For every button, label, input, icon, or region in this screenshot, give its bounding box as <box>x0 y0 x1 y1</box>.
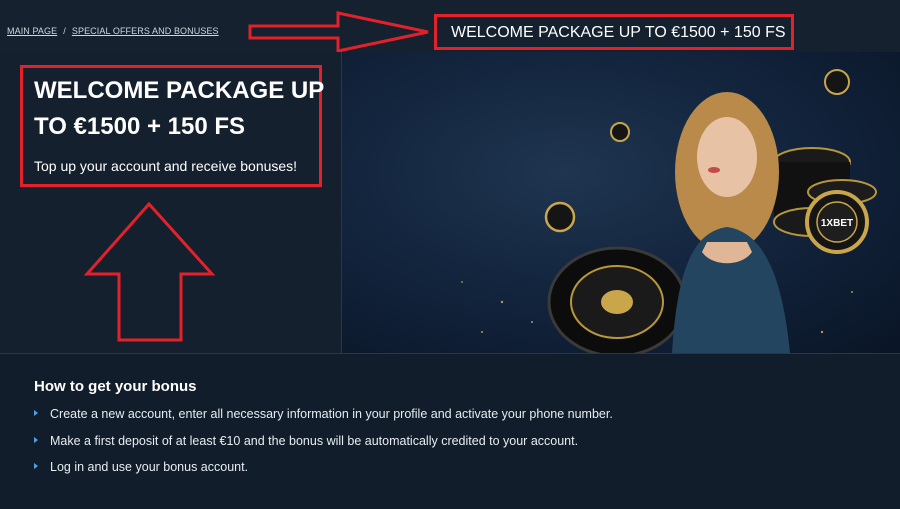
list-item: Log in and use your bonus account. <box>34 460 613 487</box>
step-text: Create a new account, enter all necessar… <box>50 407 613 421</box>
bullet-icon <box>34 436 38 443</box>
hero-subtitle: Top up your account and receive bonuses! <box>34 158 298 174</box>
bullet-icon <box>34 463 38 469</box>
bullet-icon <box>34 410 38 416</box>
casino-illustration: 1XBET <box>461 69 877 353</box>
annotation-arrow-up <box>83 201 216 342</box>
page-title: WELCOME PACKAGE UP TO €1500 + 150 FS <box>434 14 794 50</box>
panel-divider <box>341 52 342 353</box>
list-item: Make a first deposit of at least €10 and… <box>34 434 613 461</box>
breadcrumb: MAIN PAGE / SPECIAL OFFERS AND BONUSES <box>7 26 219 36</box>
howto-title: How to get your bonus <box>34 378 197 395</box>
step-text: Make a first deposit of at least €10 and… <box>50 433 579 448</box>
small-chip <box>824 69 850 95</box>
breadcrumb-separator: / <box>63 26 66 36</box>
small-chip <box>544 201 576 233</box>
breadcrumb-main-page[interactable]: MAIN PAGE <box>7 26 57 36</box>
list-item: Create a new account, enter all necessar… <box>34 407 613 434</box>
1xbet-chip: 1XBET <box>805 190 869 254</box>
small-chip <box>610 122 630 142</box>
steps-list: Create a new account, enter all necessar… <box>34 407 613 487</box>
step-text: Log in and use your bonus account. <box>50 460 249 474</box>
roulette-wheel <box>547 246 687 353</box>
woman-illustration <box>672 92 790 353</box>
hero-title: WELCOME PACKAGE UP TO €1500 + 150 FS <box>34 77 324 140</box>
annotation-arrow-right <box>248 11 429 53</box>
chip-label: 1XBET <box>821 218 853 229</box>
hero-banner-image: 1XBET <box>342 52 900 353</box>
breadcrumb-offers[interactable]: SPECIAL OFFERS AND BONUSES <box>72 26 219 36</box>
